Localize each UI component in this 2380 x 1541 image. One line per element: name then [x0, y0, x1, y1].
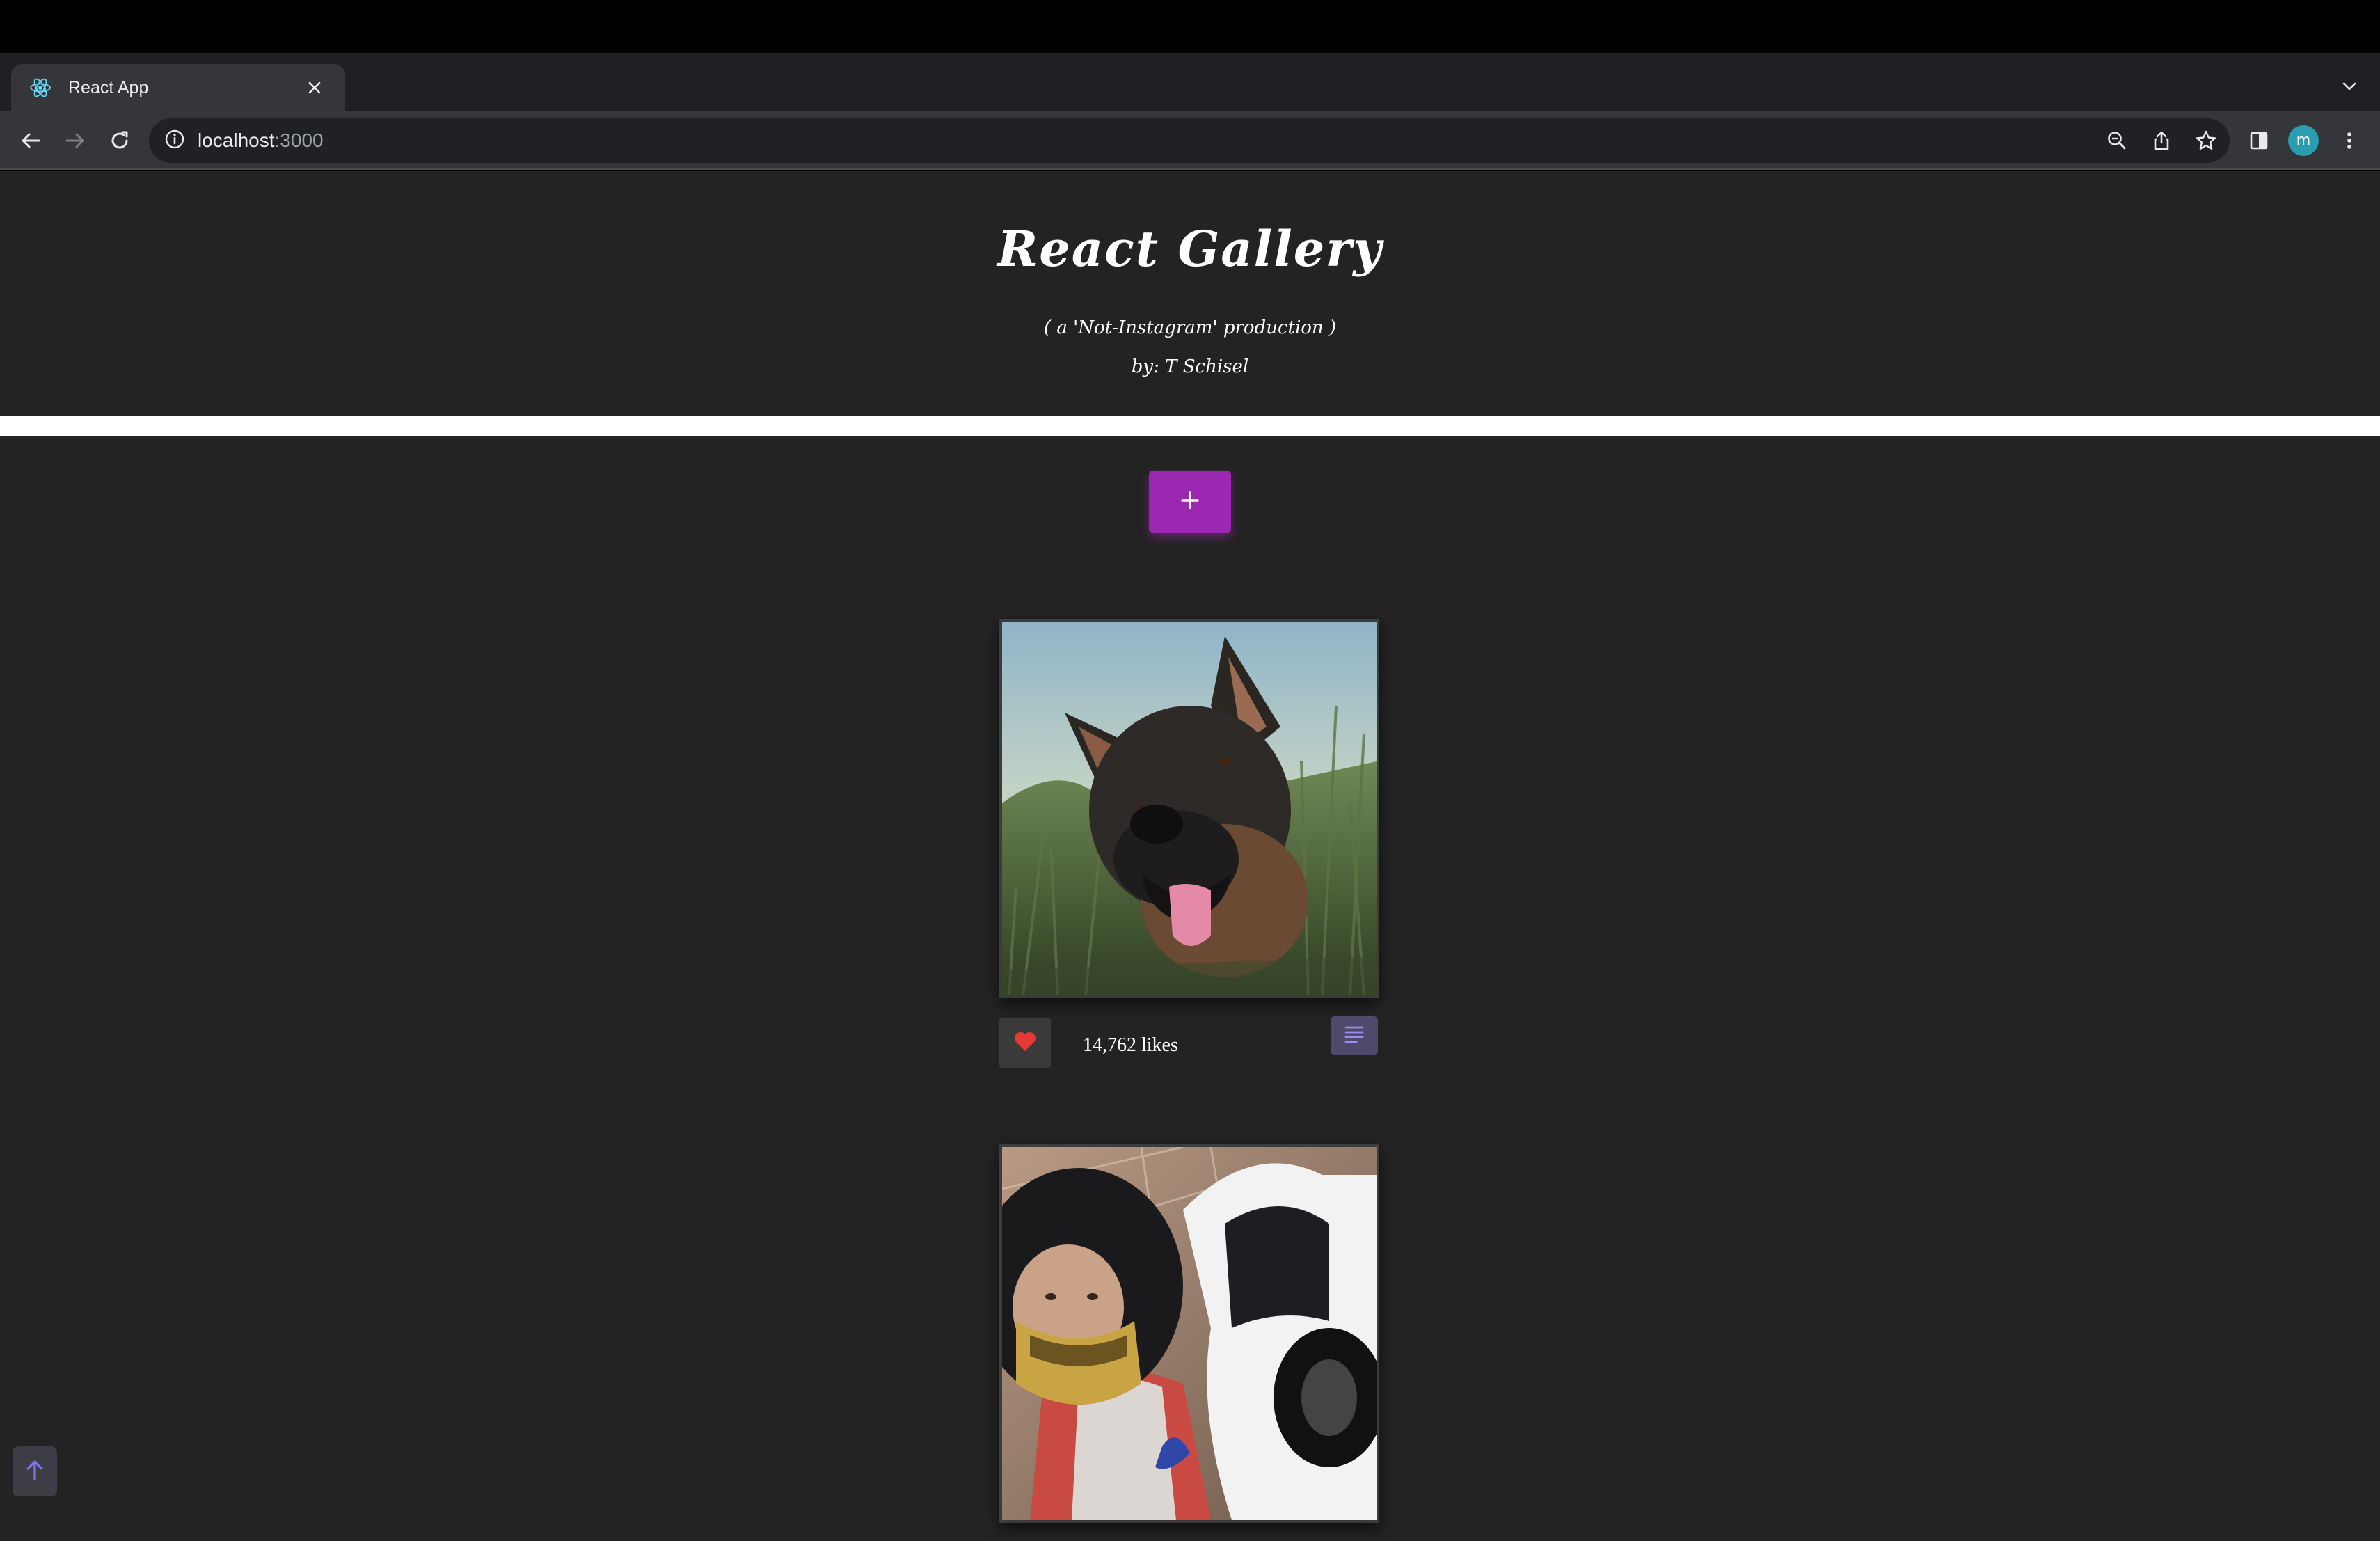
page-content: React Gallery ( a 'Not-Instagram' produc… [0, 171, 2380, 1541]
scroll-to-top-button[interactable] [13, 1446, 57, 1496]
back-arrow-icon[interactable] [14, 124, 47, 157]
react-favicon-icon [28, 75, 53, 100]
window-top-bar [0, 0, 2380, 53]
close-tab-icon[interactable] [301, 74, 328, 102]
tab-search-chevron-down-icon[interactable] [2335, 72, 2363, 100]
arrow-up-icon [24, 1458, 46, 1485]
forward-arrow-icon[interactable] [58, 124, 92, 157]
description-icon [1344, 1025, 1365, 1046]
likes-count: 14,762 likes [1083, 1034, 1178, 1056]
show-description-button[interactable] [1331, 1016, 1378, 1055]
page-title: React Gallery [997, 220, 1383, 278]
browser-toolbar: localhost:3000 m [0, 111, 2380, 170]
page-byline: by: T Schisel [1131, 356, 1249, 377]
gallery-photo-dog[interactable] [999, 619, 1379, 998]
url-port: :3000 [274, 129, 324, 151]
header-divider [0, 416, 2380, 436]
address-bar[interactable]: localhost:3000 [149, 118, 2230, 163]
tab-react-app[interactable]: React App [11, 64, 345, 111]
zoom-icon[interactable] [2102, 125, 2132, 156]
plus-icon [1178, 489, 1202, 515]
child-helmet-image [1002, 1147, 1377, 1520]
profile-avatar[interactable]: m [2288, 125, 2319, 156]
add-photo-button[interactable] [1149, 471, 1231, 533]
site-info-icon[interactable] [164, 129, 185, 152]
gallery-photo-child-helmet[interactable] [999, 1144, 1379, 1523]
url-text: localhost:3000 [198, 129, 324, 152]
tab-title: React App [68, 77, 149, 97]
gallery-header: React Gallery ( a 'Not-Instagram' produc… [0, 171, 2380, 416]
heart-icon [1013, 1030, 1037, 1055]
tab-strip: React App [0, 53, 2380, 148]
url-host: localhost [198, 129, 275, 151]
bookmark-star-icon[interactable] [2191, 125, 2221, 156]
side-panel-icon[interactable] [2242, 124, 2276, 157]
more-menu-icon[interactable] [2333, 124, 2366, 157]
reload-icon[interactable] [103, 124, 136, 157]
like-button[interactable] [999, 1018, 1051, 1068]
share-icon[interactable] [2146, 125, 2177, 156]
dog-image [1002, 622, 1377, 995]
page-subtitle: ( a 'Not-Instagram' production ) [1043, 317, 1337, 338]
